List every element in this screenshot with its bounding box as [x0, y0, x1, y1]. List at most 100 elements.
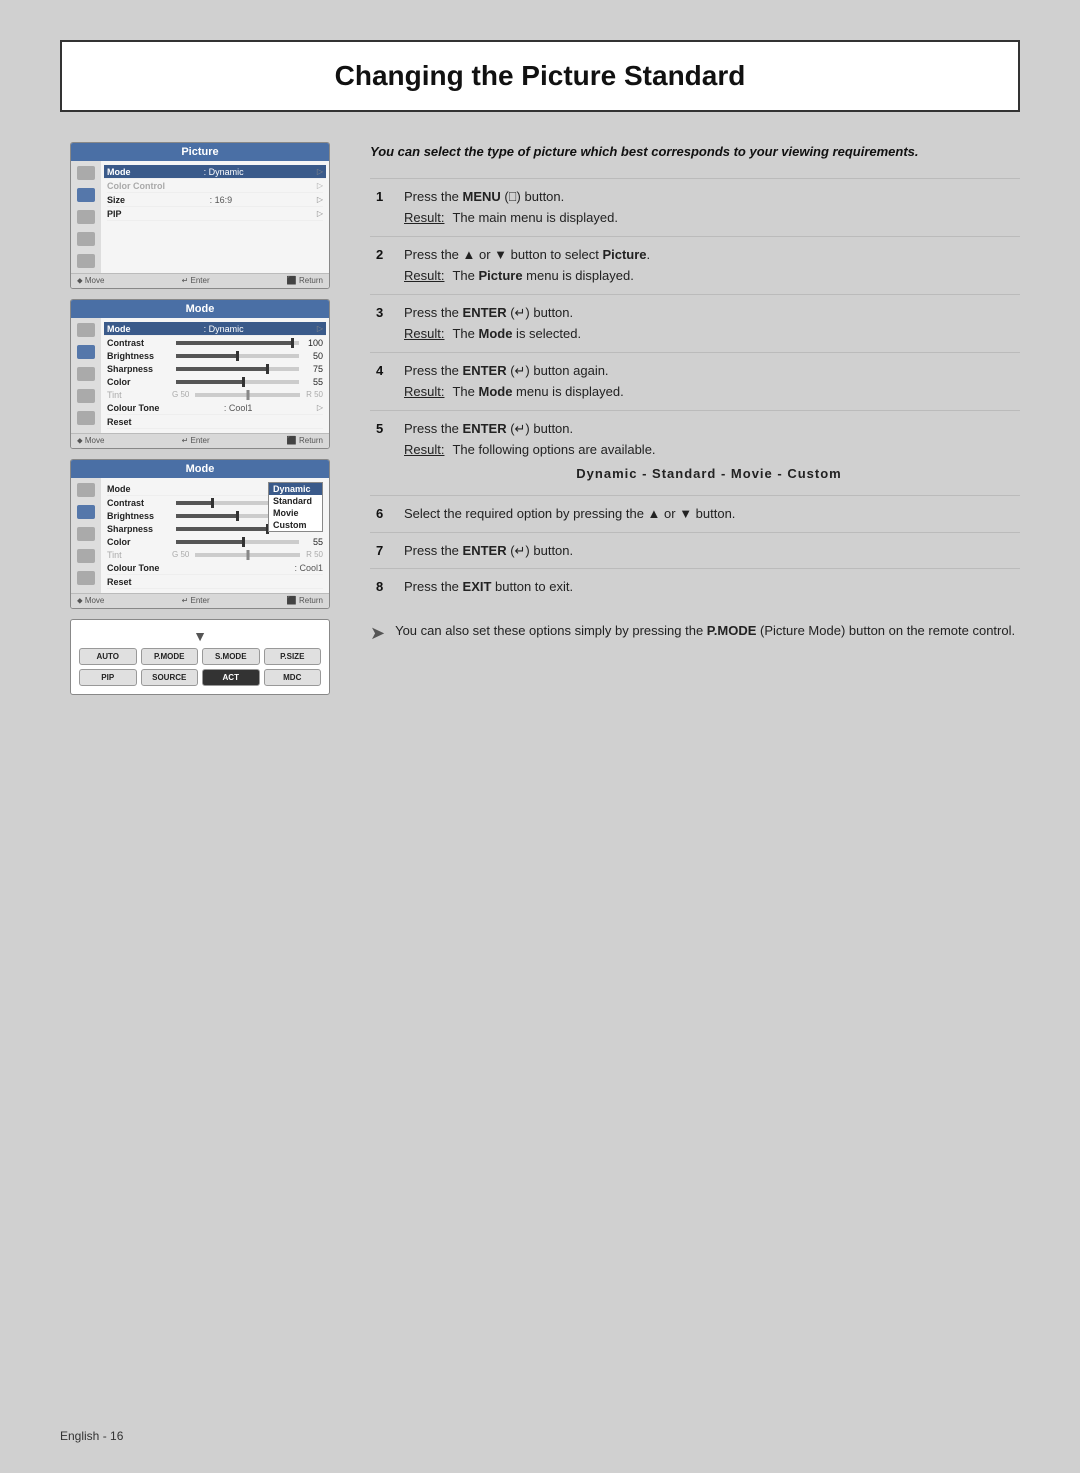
step-row-6: 6 Select the required option by pressing…	[370, 496, 1020, 533]
screen2-body: Mode : Dynamic ▷ Contrast 100 B	[71, 318, 329, 433]
screen2-sharpness-row: Sharpness 75	[107, 362, 323, 375]
screen1-header: Picture	[71, 143, 329, 161]
remote-buttons-row2-container: PIP SOURCE ACT MDC	[79, 669, 321, 686]
step-num-2: 2	[370, 236, 398, 294]
sidebar-icon-1	[77, 166, 95, 180]
remote-btn-auto[interactable]: AUTO	[79, 648, 137, 665]
remote-btn-pmode[interactable]: P.MODE	[141, 648, 199, 665]
screen2-color-fill	[176, 380, 244, 384]
note-pmode-bold: P.MODE	[707, 623, 757, 638]
screen2-tint-row: Tint G 50 R 50	[107, 388, 323, 401]
screen3-header: Mode	[71, 460, 329, 478]
screen3-contrast-label: Contrast	[107, 498, 172, 508]
screen3-contrast-fill	[176, 501, 213, 505]
screen2-brightness-bar	[176, 354, 299, 358]
step-row-1: 1 Press the MENU (⎕) button. Result: The…	[370, 178, 1020, 236]
step2-result-label: Result:	[404, 266, 444, 286]
screen2-mode-label: Mode	[107, 324, 131, 334]
step8-exit-bold: EXIT	[463, 579, 492, 594]
remote-btn-act[interactable]: ACT	[202, 669, 260, 686]
step-content-2: Press the ▲ or ▼ button to select Pictur…	[398, 236, 1020, 294]
screen2-brightness-fill	[176, 354, 238, 358]
page-title: Changing the Picture Standard	[92, 60, 988, 92]
step5-enter-bold: ENTER	[463, 421, 507, 436]
screen3-tint-row: Tint G 50 R 50	[107, 548, 323, 561]
note-box: ➤ You can also set these options simply …	[370, 621, 1020, 644]
screen1-mode-row: Mode : Dynamic ▷	[104, 165, 326, 179]
screen1-colorcontrol-arrow: ▷	[317, 181, 323, 190]
screen2-mode-row: Mode : Dynamic ▷	[104, 322, 326, 336]
step2-result-text: The Picture menu is displayed.	[452, 266, 633, 286]
screen1-size-arrow: ▷	[317, 195, 323, 204]
screen1-size-row: Size : 16:9 ▷	[107, 193, 323, 207]
screen3-sidebar-icon-5	[77, 571, 95, 585]
screen2-sharpness-val: 75	[303, 364, 323, 374]
screen2-sidebar-icon-1	[77, 323, 95, 337]
screen1-footer-move: ⬥ Move	[77, 276, 104, 286]
step-num-8: 8	[370, 569, 398, 605]
screen2-sidebar-icon-2	[77, 345, 95, 359]
remote-btn-smode[interactable]: S.MODE	[202, 648, 260, 665]
step5-result-text: The following options are available.	[452, 440, 655, 460]
footer-text: English - 16	[60, 1429, 123, 1443]
screen-mockup-1: Picture Mode : Dynamic ▷	[70, 142, 330, 289]
screen3-color-label: Color	[107, 537, 172, 547]
screen3-content: Mode Dynamic Standard Movie Custom Contr…	[101, 478, 329, 593]
remote-mockup: ▼ AUTO P.MODE S.MODE P.SIZE PIP SOURCE A…	[70, 619, 330, 695]
screen1-footer-return: ⬛ Return	[287, 276, 323, 286]
sidebar-icon-3	[77, 210, 95, 224]
dynamic-options: Dynamic - Standard - Movie - Custom	[404, 460, 1014, 488]
remote-btn-mdc[interactable]: MDC	[264, 669, 322, 686]
step5-result-label: Result:	[404, 440, 444, 460]
screen1-size-value: : 16:9	[210, 195, 233, 205]
screen3-sharpness-fill	[176, 527, 268, 531]
screen1-pip-arrow: ▷	[317, 209, 323, 218]
step-content-5: Press the ENTER (↵) button. Result: The …	[398, 410, 1020, 496]
screen3-tint-g: G 50	[172, 550, 189, 559]
dropdown-dynamic: Dynamic	[269, 483, 322, 495]
screen2-color-row: Color 55	[107, 375, 323, 388]
dropdown-standard: Standard	[269, 495, 322, 507]
screen1-pip-row: PIP ▷	[107, 207, 323, 221]
screen3-tint-r: R 50	[306, 550, 323, 559]
screen1-mode-arrow: ▷	[317, 167, 323, 176]
step3-result-row: Result: The Mode is selected.	[404, 324, 1014, 344]
screen-mockup-2: Mode Mode : Dynamic ▷	[70, 299, 330, 449]
remote-btn-pip[interactable]: PIP	[79, 669, 137, 686]
step4-result-text: The Mode menu is displayed.	[452, 382, 623, 402]
screen2-footer-return: ⬛ Return	[287, 436, 323, 446]
screen2-reset-row: Reset	[107, 415, 323, 429]
screen2-colourtone-row: Colour Tone : Cool1 ▷	[107, 401, 323, 415]
screen2-footer-enter: ↵ Enter	[182, 436, 210, 446]
screen2-footer-move: ⬥ Move	[77, 436, 104, 446]
screen3-sidebar-icon-4	[77, 549, 95, 563]
step4-result-row: Result: The Mode menu is displayed.	[404, 382, 1014, 402]
dropdown-movie: Movie	[269, 507, 322, 519]
remote-btn-psize[interactable]: P.SIZE	[264, 648, 322, 665]
remote-down-arrow: ▼	[79, 628, 321, 644]
screen3-sidebar	[71, 478, 101, 593]
screen-mockup-3: Mode Mode Dynamic	[70, 459, 330, 609]
screen3-reset-label: Reset	[107, 577, 132, 587]
intro-text: You can select the type of picture which…	[370, 142, 1020, 162]
remote-nav: ▼	[79, 628, 321, 644]
step-content-1: Press the MENU (⎕) button. Result: The m…	[398, 178, 1020, 236]
step-num-7: 7	[370, 532, 398, 569]
step-content-3: Press the ENTER (↵) button. Result: The …	[398, 294, 1020, 352]
step-row-5: 5 Press the ENTER (↵) button. Result: Th…	[370, 410, 1020, 496]
step-num-1: 1	[370, 178, 398, 236]
screen1-size-label: Size	[107, 195, 125, 205]
dropdown-custom: Custom	[269, 519, 322, 531]
step2-picture-bold2: Picture	[478, 268, 522, 283]
screen2-tint-bar	[195, 393, 300, 397]
screen1-content: Mode : Dynamic ▷ Color Control ▷ Size : …	[101, 161, 329, 273]
screen3-footer-return: ⬛ Return	[287, 596, 323, 606]
remote-btn-source[interactable]: SOURCE	[141, 669, 199, 686]
step3-enter-bold: ENTER	[463, 305, 507, 320]
page: Changing the Picture Standard Picture	[0, 0, 1080, 1473]
screen3-colourtone-row: Colour Tone : Cool1	[107, 561, 323, 575]
step-num-5: 5	[370, 410, 398, 496]
step-content-6: Select the required option by pressing t…	[398, 496, 1020, 533]
screen3-sidebar-icon-1	[77, 483, 95, 497]
screen1-mode-value: : Dynamic	[204, 167, 244, 177]
